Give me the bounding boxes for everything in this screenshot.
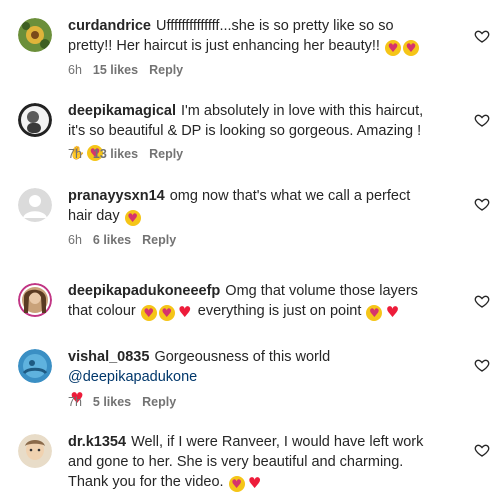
comment-item: pranayysxn14 omg now that's what we call …: [0, 170, 500, 255]
comment-meta: 7h 5 likes Reply: [68, 395, 176, 409]
avatar[interactable]: [18, 349, 52, 383]
like-heart-icon[interactable]: [474, 357, 490, 373]
comment-username[interactable]: deepikapadukoneeefp: [68, 283, 220, 299]
like-heart-icon[interactable]: [474, 196, 490, 212]
comment-likes[interactable]: 5 likes: [93, 395, 131, 409]
comment-text: Gorgeousness of this world: [154, 349, 331, 365]
comment-likes[interactable]: 15 likes: [93, 63, 138, 77]
reply-button[interactable]: Reply: [149, 147, 183, 161]
comment-item: vishal_0835 Gorgeousness of this world @d…: [0, 335, 500, 420]
comment-username[interactable]: dr.k1354: [68, 434, 126, 450]
heart-eyes-emoji: ♥: [158, 305, 175, 321]
comment-meta: 6h 15 likes Reply: [68, 63, 183, 77]
comment-body: curdandrice Uffffffffffffff...she is so p…: [68, 16, 438, 56]
red-heart-emoji: ♥: [247, 474, 262, 492]
comment-meta: 6h 6 likes Reply: [68, 233, 176, 247]
comment-likes[interactable]: 13 likes: [93, 147, 138, 161]
comment-item: dr.k1354 Well, if I were Ranveer, I would…: [0, 420, 500, 500]
comment-item: deepikapadukoneeefp Omg that volume those…: [0, 265, 500, 335]
comment-username[interactable]: curdandrice: [68, 18, 151, 34]
red-heart-emoji: ♥: [178, 303, 192, 321]
reply-button[interactable]: Reply: [149, 63, 183, 77]
avatar[interactable]: [18, 103, 52, 137]
avatar[interactable]: [18, 434, 52, 468]
comment-time: 6h: [68, 233, 82, 247]
comment-time: 6h: [68, 63, 82, 77]
reply-button[interactable]: Reply: [142, 395, 176, 409]
comment-body: pranayysxn14 omg now that's what we call …: [68, 186, 438, 226]
comment-body: dr.k1354 Well, if I were Ranveer, I would…: [68, 432, 438, 492]
avatar[interactable]: [18, 18, 52, 52]
avatar[interactable]: [18, 188, 52, 222]
comment-time: 7h: [68, 147, 82, 161]
comment-username[interactable]: deepikamagical: [68, 103, 176, 119]
reply-button[interactable]: Reply: [142, 233, 176, 247]
like-heart-icon[interactable]: [474, 293, 490, 309]
comment-username[interactable]: vishal_0835: [68, 349, 149, 365]
heart-eyes-emoji: ♥: [402, 40, 419, 56]
like-heart-icon[interactable]: [474, 112, 490, 128]
heart-eyes-emoji: ♥: [140, 305, 157, 321]
comment-text: everything is just on point: [197, 303, 366, 319]
comment-username[interactable]: pranayysxn14: [68, 188, 165, 204]
red-heart-emoji: ♥: [385, 303, 400, 321]
comment-item: deepikamagical I'm absolutely in love wit…: [0, 85, 500, 170]
heart-eyes-emoji: ♥: [228, 476, 245, 492]
heart-eyes-emoji: ♥: [366, 305, 383, 321]
heart-eyes-emoji: ♥: [124, 210, 141, 226]
comment-item: curdandrice Uffffffffffffff...she is so p…: [0, 0, 500, 85]
like-heart-icon[interactable]: [474, 442, 490, 458]
comment-likes[interactable]: 6 likes: [93, 233, 131, 247]
comment-time: 7h: [68, 395, 82, 409]
mention-link[interactable]: @deepikapadukone: [68, 369, 197, 385]
comment-meta: 7h 13 likes Reply: [68, 147, 183, 161]
comment-body: deepikapadukoneeefp Omg that volume those…: [68, 281, 438, 321]
avatar[interactable]: [18, 283, 52, 317]
heart-eyes-emoji: ♥: [384, 40, 401, 56]
like-heart-icon[interactable]: [474, 28, 490, 44]
